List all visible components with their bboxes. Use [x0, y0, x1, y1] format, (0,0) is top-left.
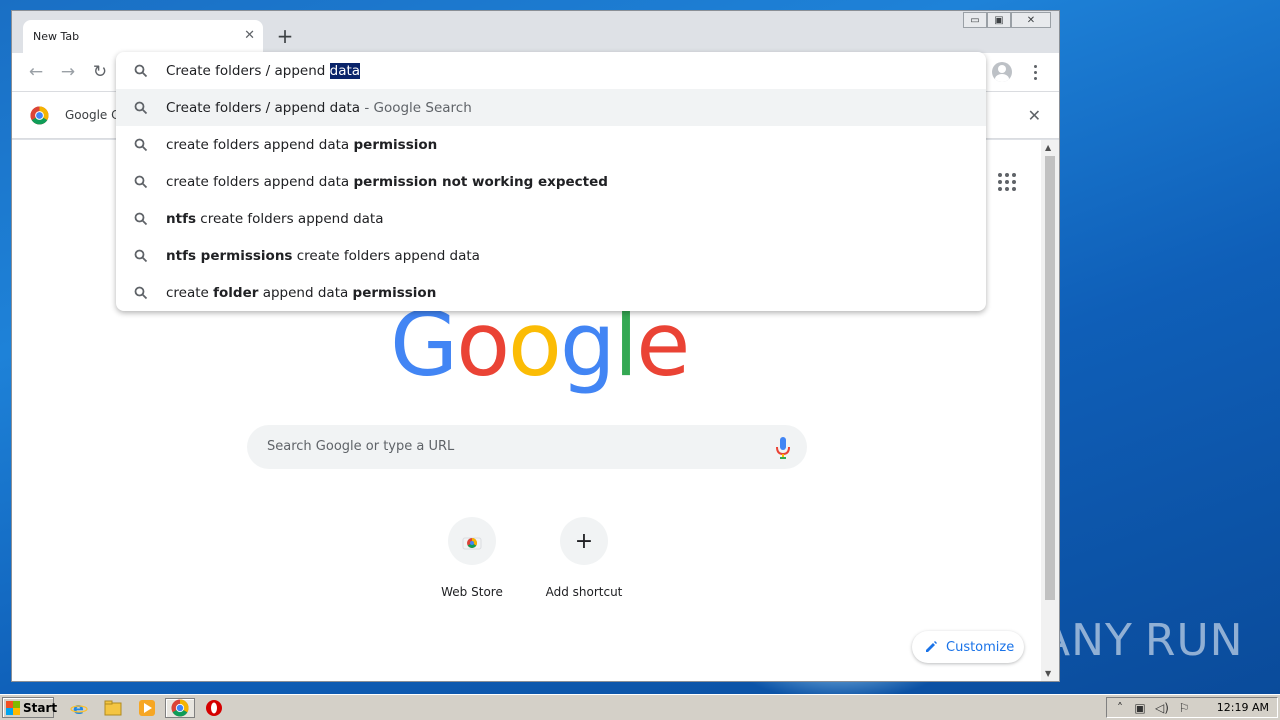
suggestion-text: append data: [258, 284, 353, 301]
start-label: Start: [23, 700, 58, 715]
search-icon: [134, 138, 148, 151]
omnibox-typed-text: Create folders / append: [166, 62, 330, 79]
vertical-scrollbar[interactable]: ▲ ▼: [1041, 140, 1059, 681]
shortcut-web-store[interactable]: Web Store: [417, 517, 527, 599]
scroll-up-arrow-icon[interactable]: ▲: [1045, 143, 1051, 152]
more-vert-icon[interactable]: [1028, 62, 1042, 82]
network-icon[interactable]: ▣: [1133, 701, 1147, 715]
tab-new-tab[interactable]: New Tab ✕: [23, 20, 263, 53]
suggestion-row[interactable]: ntfs create folders append data: [116, 200, 986, 237]
suggestion-bold-text: ntfs permissions: [166, 247, 293, 264]
search-icon: [134, 249, 148, 262]
system-tray: ˄ ▣ ◁) ⚐ 12:19 AM: [1106, 697, 1278, 718]
new-tab-button[interactable]: +: [274, 25, 296, 47]
search-icon: [134, 101, 148, 114]
svg-text:e: e: [73, 699, 84, 717]
apps-grid-icon[interactable]: [998, 173, 1016, 191]
tab-close-icon[interactable]: ✕: [244, 28, 255, 43]
suggestion-row[interactable]: Create folders / append data - Google Se…: [116, 89, 986, 126]
anyrun-watermark: ANY RUN: [1040, 608, 1243, 672]
search-icon: [134, 212, 148, 225]
suggestion-text: create: [166, 284, 214, 301]
scrollbar-thumb[interactable]: [1045, 156, 1055, 600]
microphone-icon[interactable]: [775, 436, 791, 460]
search-icon: [134, 286, 148, 299]
customize-button[interactable]: Customize: [912, 631, 1024, 663]
suggestion-text: create folders append data: [166, 173, 354, 190]
suggestion-bold-text: ntfs: [166, 210, 196, 227]
omnibox-input[interactable]: Create folders / append data: [116, 52, 986, 89]
infobar-close-icon[interactable]: ✕: [1028, 106, 1041, 125]
windows-logo-icon: [6, 700, 20, 715]
omnibox-text: Create folders / append data: [166, 62, 361, 79]
action-center-flag-icon[interactable]: ⚐: [1177, 701, 1191, 715]
customize-label: Customize: [946, 639, 1015, 655]
volume-icon[interactable]: ◁): [1155, 701, 1169, 715]
suggestion-row[interactable]: ntfs permissions create folders append d…: [116, 237, 986, 274]
window-close-button[interactable]: ✕: [1011, 12, 1051, 28]
opera-icon[interactable]: [204, 698, 224, 718]
suggestion-row[interactable]: create folders append data permission: [116, 126, 986, 163]
minimize-button[interactable]: ▭: [963, 12, 987, 28]
omnibox-selected-text: data: [329, 62, 361, 79]
maximize-button[interactable]: ▣: [987, 12, 1011, 28]
shortcut-label: Add shortcut: [545, 585, 623, 599]
search-placeholder: Search Google or type a URL: [267, 439, 455, 454]
windows-taskbar: Start e ˄ ▣ ◁) ⚐ 12:19 AM: [0, 694, 1280, 720]
ntp-search-box[interactable]: Search Google or type a URL: [247, 425, 807, 469]
suggestion-hint: - Google Search: [360, 99, 472, 116]
media-player-icon[interactable]: [137, 698, 157, 718]
profile-avatar-icon[interactable]: [992, 62, 1012, 82]
forward-arrow-icon[interactable]: →: [58, 62, 78, 82]
suggestion-bold-text: permission: [352, 284, 437, 301]
scroll-down-arrow-icon[interactable]: ▼: [1045, 669, 1051, 678]
web-store-icon: [462, 537, 482, 550]
file-explorer-icon[interactable]: [103, 698, 123, 718]
omnibox-dropdown: Create folders / append data Create fold…: [116, 52, 986, 311]
search-icon: [134, 175, 148, 188]
suggestion-bold-text: folder: [213, 284, 259, 301]
start-button[interactable]: Start: [2, 697, 58, 718]
chrome-logo-icon: [30, 106, 49, 125]
back-arrow-icon[interactable]: ←: [26, 62, 46, 82]
watermark-right-text: RUN: [1144, 614, 1244, 666]
suggestion-text: Create folders / append data: [166, 99, 361, 116]
suggestion-bold-text: permission: [353, 136, 438, 153]
clock[interactable]: 12:19 AM: [1217, 701, 1269, 714]
web-store-tile[interactable]: [448, 517, 496, 565]
infobar-text: Google Cl: [65, 108, 123, 122]
search-icon: [134, 64, 148, 77]
window-controls: ▭ ▣ ✕: [963, 12, 1051, 28]
suggestion-row[interactable]: create folders append data permission no…: [116, 163, 986, 200]
suggestion-row[interactable]: create folder append data permission: [116, 274, 986, 311]
tab-title: New Tab: [33, 30, 80, 43]
chrome-taskbar-icon[interactable]: [165, 698, 195, 718]
suggestion-text: create folders append data: [292, 247, 480, 264]
show-hidden-icons-icon[interactable]: ˄: [1113, 701, 1127, 715]
internet-explorer-icon[interactable]: e: [69, 698, 89, 718]
shortcut-label: Web Store: [441, 585, 503, 599]
reload-icon[interactable]: ↻: [90, 62, 110, 82]
pencil-icon: [926, 641, 937, 652]
suggestion-bold-text: permission not working expected: [353, 173, 608, 190]
suggestion-text: create folders append data: [195, 210, 384, 227]
google-logo: Google: [390, 301, 690, 389]
shortcut-add[interactable]: + Add shortcut: [529, 517, 639, 599]
add-shortcut-icon[interactable]: +: [560, 517, 608, 565]
suggestion-text: create folders append data: [166, 136, 354, 153]
